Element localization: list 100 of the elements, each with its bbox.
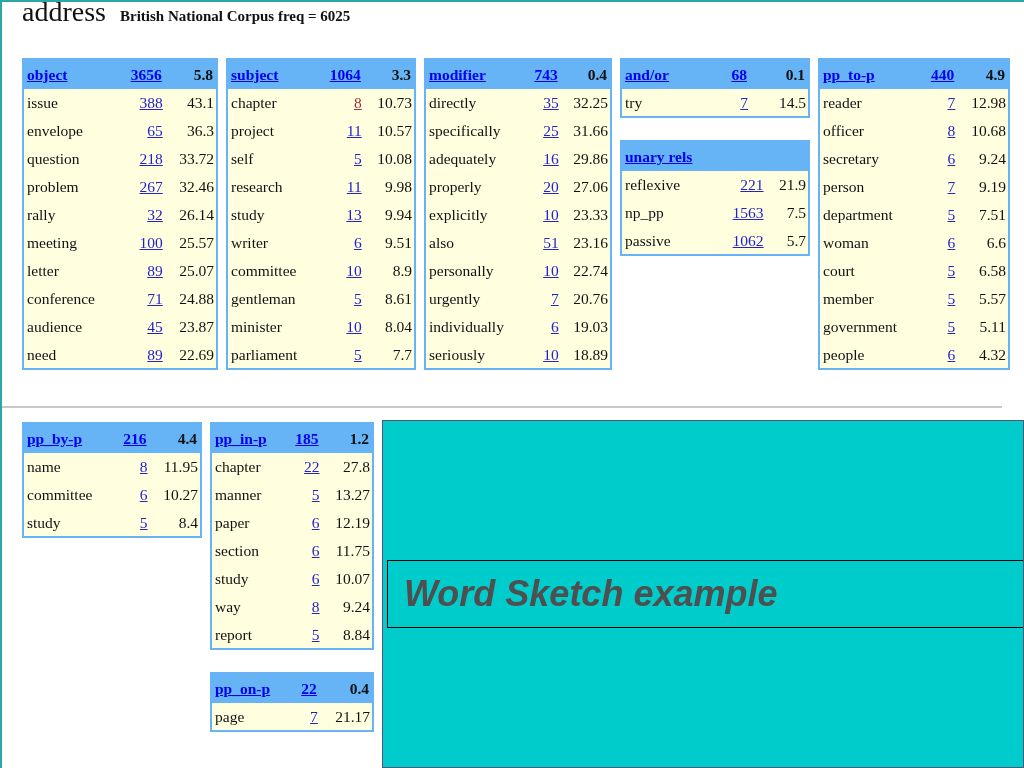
frequency-link[interactable]: 71 [147, 290, 163, 307]
count-link[interactable]: 440 [931, 65, 955, 83]
frequency-link[interactable]: 10 [543, 262, 559, 279]
salience-score: 43.1 [186, 94, 214, 111]
relation-link[interactable]: modifier [429, 65, 486, 83]
frequency-link[interactable]: 5 [947, 206, 956, 223]
collocate-word: person [823, 178, 865, 195]
frequency-link[interactable]: 13 [346, 206, 362, 223]
frequency-link[interactable]: 11 [346, 122, 362, 139]
slide-caption: Word Sketch example [387, 560, 1023, 628]
frequency-link[interactable]: 6 [311, 542, 320, 559]
frequency-link[interactable]: 5 [311, 625, 320, 643]
salience-score: 32.25 [573, 94, 608, 111]
frequency-link[interactable]: 5 [947, 290, 956, 307]
frequency-link[interactable]: 5 [947, 318, 956, 335]
frequency-link[interactable]: 5 [354, 345, 362, 363]
relation-link[interactable]: pp_in-p [215, 429, 267, 447]
frequency-link[interactable]: 7 [947, 94, 956, 111]
frequency-link[interactable]: 6 [354, 234, 362, 251]
collocate-word: minister [231, 318, 282, 335]
salience-score: 10.07 [335, 570, 370, 587]
frequency-link[interactable]: 8 [139, 458, 148, 475]
salience-score: 12.98 [971, 94, 1006, 111]
frequency-link[interactable]: 7 [310, 707, 318, 725]
frequency-link[interactable]: 6 [947, 345, 956, 363]
salience-score: 3.3 [391, 65, 411, 83]
salience-score: 19.03 [573, 318, 608, 335]
salience-score: 4.32 [978, 345, 1006, 363]
salience-score: 5.11 [979, 318, 1006, 335]
frequency-link[interactable]: 10 [346, 262, 362, 279]
frequency-link[interactable]: 218 [139, 150, 163, 167]
collocate-word: problem [27, 178, 79, 195]
frequency-link[interactable]: 6 [139, 486, 148, 503]
salience-score: 6.58 [978, 262, 1006, 279]
frequency-link[interactable]: 51 [543, 234, 559, 251]
salience-score: 8.61 [384, 290, 412, 307]
count-link[interactable]: 185 [295, 429, 319, 447]
frequency-link[interactable]: 89 [147, 345, 163, 363]
frequency-link[interactable]: 10 [543, 345, 559, 363]
frequency-link[interactable]: 8 [311, 598, 320, 615]
frequency-link[interactable]: 35 [543, 94, 559, 111]
salience-score: 6.6 [986, 234, 1006, 251]
relation-link[interactable]: and/or [625, 65, 669, 83]
count-link[interactable]: 68 [731, 65, 747, 83]
frequency-link[interactable]: 16 [543, 150, 559, 167]
salience-score: 32.46 [179, 178, 214, 195]
salience-score: 10.73 [377, 94, 412, 111]
relation-link[interactable]: pp_to-p [823, 65, 875, 83]
collocate-word: name [27, 458, 61, 475]
collocate-word: explicitly [429, 206, 488, 223]
frequency-link[interactable]: 7 [740, 93, 748, 111]
frequency-link[interactable]: 221 [740, 176, 764, 193]
relation-link[interactable]: pp_on-p [215, 679, 271, 697]
collocate-word: research [231, 178, 283, 195]
salience-score: 9.94 [384, 206, 412, 223]
frequency-link[interactable]: 20 [543, 178, 559, 195]
salience-score: 27.8 [342, 458, 370, 475]
frequency-link[interactable]: 5 [311, 486, 320, 503]
frequency-link[interactable]: 5 [139, 513, 148, 531]
relation-link[interactable]: subject [231, 65, 279, 83]
frequency-link[interactable]: 6 [311, 514, 320, 531]
frequency-link[interactable]: 7 [947, 178, 956, 195]
frequency-link[interactable]: 89 [147, 262, 163, 279]
frequency-link[interactable]: 7 [550, 290, 559, 307]
frequency-link[interactable]: 5 [354, 150, 362, 167]
collocate-word: way [215, 598, 241, 615]
frequency-link[interactable]: 5 [947, 262, 956, 279]
frequency-link[interactable]: 6 [947, 150, 956, 167]
count-link[interactable]: 216 [123, 429, 147, 447]
relation-link[interactable]: object [27, 65, 68, 83]
collocate-word: also [429, 234, 454, 251]
collocate-word: manner [215, 486, 262, 503]
salience-score: 9.19 [978, 178, 1006, 195]
frequency-link[interactable]: 1062 [732, 231, 764, 249]
frequency-link[interactable]: 6 [550, 318, 559, 335]
frequency-link[interactable]: 8 [947, 122, 956, 139]
frequency-link[interactable]: 11 [346, 178, 362, 195]
salience-score: 20.76 [573, 290, 608, 307]
frequency-link[interactable]: 267 [139, 178, 163, 195]
frequency-link[interactable]: 25 [543, 122, 559, 139]
frequency-link[interactable]: 5 [354, 290, 362, 307]
frequency-link[interactable]: 45 [147, 318, 163, 335]
count-link[interactable]: 743 [534, 65, 558, 83]
frequency-link[interactable]: 100 [139, 234, 163, 251]
frequency-link[interactable]: 6 [947, 234, 956, 251]
frequency-link[interactable]: 32 [147, 206, 163, 223]
frequency-link[interactable]: 1563 [732, 204, 764, 221]
count-link[interactable]: 1064 [329, 65, 361, 83]
frequency-link[interactable]: 388 [139, 94, 163, 111]
frequency-link[interactable]: 6 [311, 570, 320, 587]
relation-link[interactable]: pp_by-p [27, 429, 83, 447]
salience-score: 10.27 [163, 486, 198, 503]
frequency-link[interactable]: 10 [543, 206, 559, 223]
count-link[interactable]: 3656 [130, 65, 162, 83]
frequency-link[interactable]: 10 [346, 318, 362, 335]
frequency-link[interactable]: 65 [147, 122, 163, 139]
collocate-word: page [215, 707, 245, 725]
frequency-link[interactable]: 8 [354, 94, 362, 111]
count-link[interactable]: 22 [301, 679, 317, 697]
frequency-link[interactable]: 22 [304, 458, 320, 475]
